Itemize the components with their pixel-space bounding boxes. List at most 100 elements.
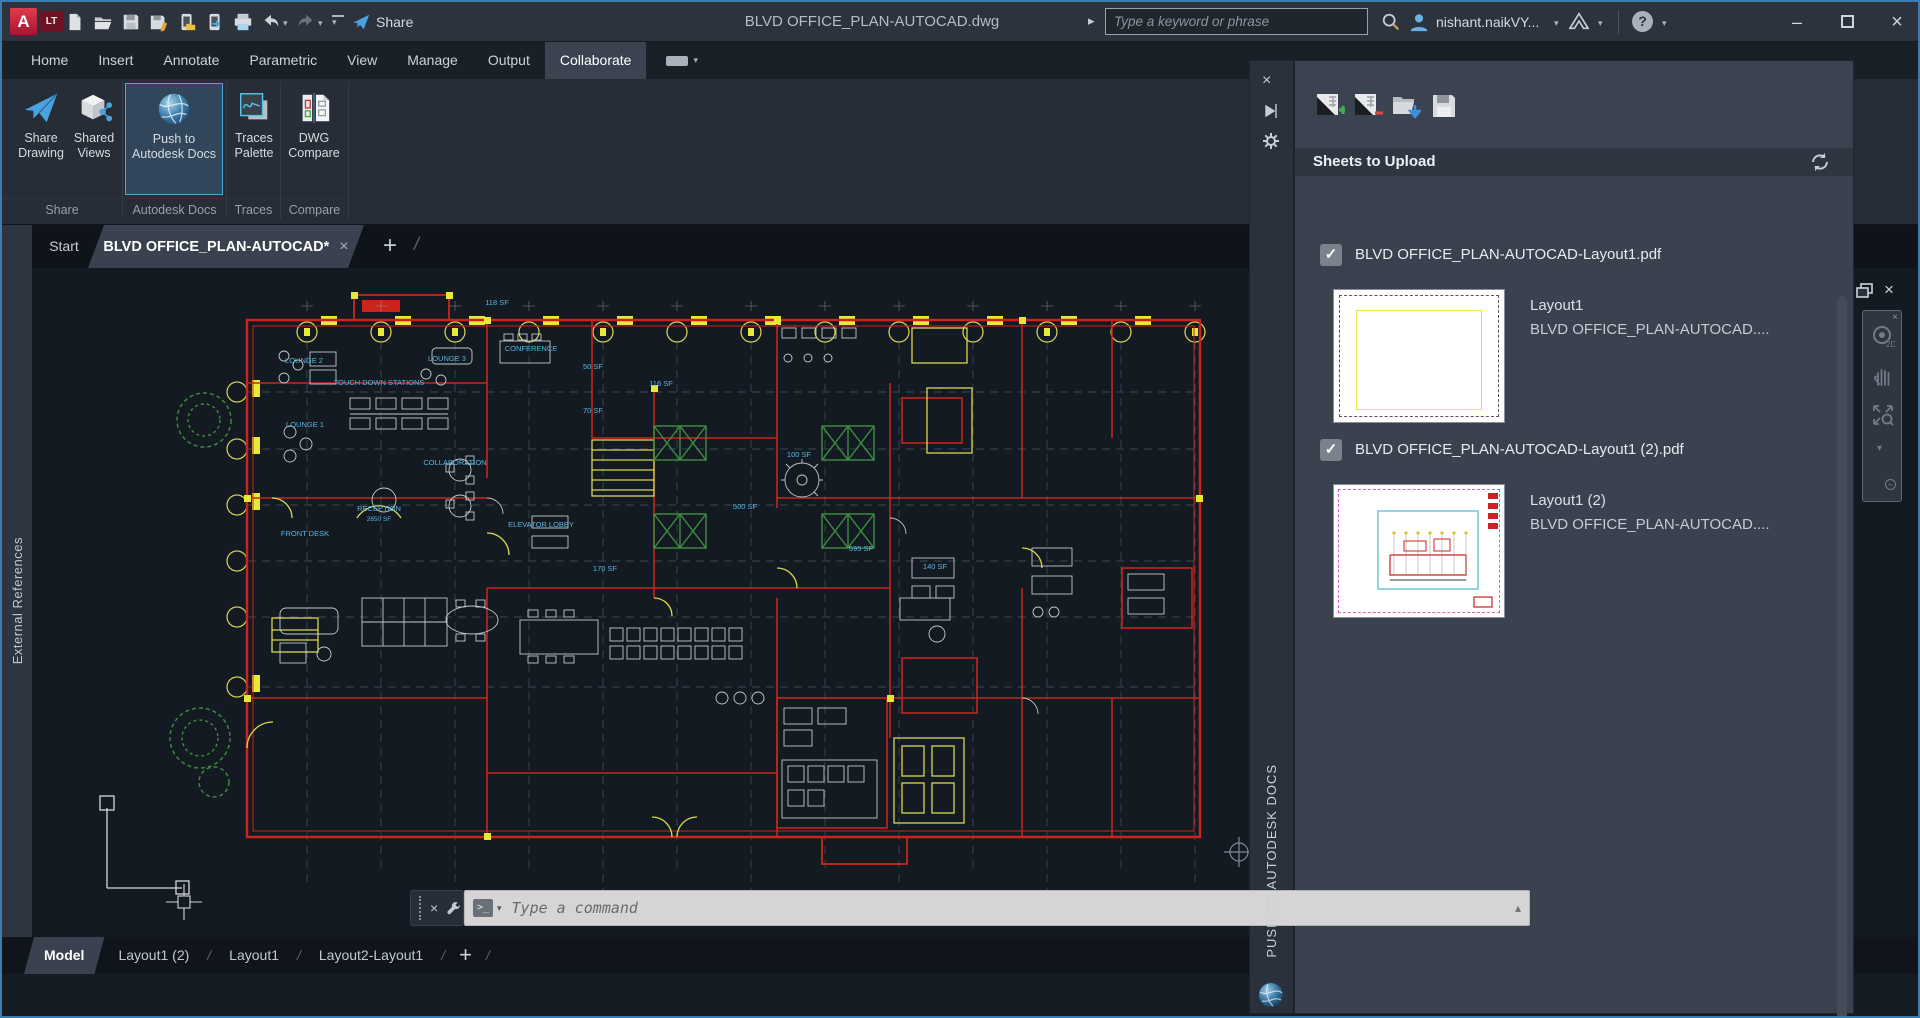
search-input[interactable] [1105,8,1368,35]
command-wrench-icon[interactable] [446,900,462,916]
svg-text:RECEPTION: RECEPTION [357,504,401,513]
tab-view[interactable]: View [332,42,392,79]
sheet-thumbnail[interactable] [1333,484,1505,618]
tab-manage[interactable]: Manage [392,42,473,79]
command-dropdown-icon[interactable]: ▾ [497,903,502,914]
close-button[interactable]: × [1880,8,1914,36]
tab-collaborate[interactable]: Collaborate [545,42,647,79]
tab-home[interactable]: Home [16,42,83,79]
sheet-thumbnail[interactable] [1333,289,1505,423]
document-restore-button[interactable] [1856,283,1874,304]
sheet-filename[interactable]: BLVD OFFICE_PLAN-AUTOCAD-Layout1.pdf [1355,246,1661,263]
palette-autohide-pin-icon[interactable] [1262,102,1280,120]
steering-wheel-2d-icon[interactable]: 2D [1871,325,1895,349]
svg-text:116 SF: 116 SF [649,379,673,388]
maximize-button[interactable] [1830,8,1864,36]
sheet-checkbox[interactable]: ✓ [1320,439,1342,461]
svg-text:CONFERENCE: CONFERENCE [505,344,558,353]
user-name[interactable]: nishant.naikVY... [1436,14,1539,30]
new-drawing-tab-button[interactable]: + [376,232,404,260]
file-tab-active[interactable]: BLVD OFFICE_PLAN-AUTOCAD* × [88,225,364,268]
panel-group-share[interactable]: Share [2,198,122,220]
add-sheets-button[interactable] [1315,91,1345,121]
layout-frame [1356,310,1482,410]
minimize-button[interactable]: – [1780,8,1814,36]
traces-palette-button[interactable]: TracesPalette [230,83,278,161]
mobile-folder-icon [177,12,197,32]
plot-button[interactable] [232,11,254,33]
palette-close-icon[interactable]: × [1262,72,1271,90]
autodesk-app-button[interactable] [1568,10,1590,32]
palette-properties-gear-icon[interactable] [1262,132,1280,150]
save-sheet-list-button[interactable] [1429,91,1459,121]
qat-customize-button[interactable]: ▾ [332,15,346,25]
tab-insert[interactable]: Insert [83,42,148,79]
redo-button[interactable] [295,11,317,33]
sheet-checkbox[interactable]: ✓ [1320,244,1342,266]
panel-group-autodesk-docs[interactable]: Autodesk Docs [123,198,226,220]
panel-group-traces[interactable]: Traces [227,198,280,220]
user-dropdown[interactable]: ▾ [1554,18,1559,29]
svg-text:100 SF: 100 SF [787,450,812,459]
file-tab-close-icon[interactable]: × [339,238,348,256]
navbar-more-dropdown[interactable]: ▾ [1877,443,1882,454]
command-line-handle[interactable]: × [410,890,464,926]
save-as-button[interactable] [148,11,170,33]
tab-output[interactable]: Output [473,42,545,79]
help-dropdown[interactable]: ▾ [1662,18,1667,29]
sheet-toolbar [1315,91,1459,121]
command-line[interactable]: >_ ▾ ▴ [464,890,1530,926]
palette-vertical-title[interactable]: PUSH TO AUTODESK DOCS [1249,755,1294,967]
navbar-close-icon[interactable]: × [1892,312,1898,323]
landscape-green [170,393,874,797]
push-to-autodesk-docs-button[interactable]: Push toAutodesk Docs [125,83,223,195]
dwg-compare-button[interactable]: DWGCompare [284,83,344,161]
autocad-window: A LT ▾ ▾ ▾ Share BLVD OFFICE_PLAN-A [0,0,1920,1018]
redo-dropdown[interactable]: ▾ [318,18,323,29]
autocad-logo[interactable]: A [10,8,37,35]
load-sheet-list-button[interactable] [1391,91,1421,121]
user-avatar[interactable] [1408,11,1430,33]
new-file-button[interactable] [64,11,86,33]
command-close-icon[interactable]: × [430,900,438,916]
document-close-button[interactable]: × [1884,280,1894,300]
palette-scrollbar[interactable] [1837,296,1847,1018]
svg-text:118 SF: 118 SF [485,298,509,307]
sheet-source-file: BLVD OFFICE_PLAN-AUTOCAD.... [1530,516,1770,533]
command-expand-icon[interactable]: ▴ [1515,901,1521,915]
share-drawing-button[interactable]: ShareDrawing [12,83,70,161]
remove-sheets-button[interactable] [1353,91,1383,121]
undo-dropdown[interactable]: ▾ [283,18,288,29]
pan-hand-icon[interactable] [1871,363,1895,387]
sheet-filename[interactable]: BLVD OFFICE_PLAN-AUTOCAD-Layout1 (2).pdf [1355,441,1684,458]
external-references-palette-tab[interactable]: External References [2,225,32,977]
svg-text:LOUNGE 3: LOUNGE 3 [428,354,466,363]
refresh-icon[interactable] [1809,151,1831,173]
zoom-extents-icon[interactable] [1871,403,1895,427]
command-input[interactable] [510,898,1515,918]
autodesk-dropdown[interactable]: ▾ [1598,18,1603,29]
open-from-web-mobile-button[interactable] [176,11,198,33]
command-grip[interactable] [419,896,422,920]
help-button[interactable]: ? [1632,11,1653,32]
ribbon-display-toggle[interactable]: ▾ [666,42,698,79]
autodesk-logo-icon [1569,11,1589,31]
search-expand-chevron[interactable]: ▸ [1088,13,1095,29]
tab-parametric[interactable]: Parametric [234,42,332,79]
undo-button[interactable] [260,11,282,33]
traces-icon [235,89,273,127]
share-button[interactable] [350,11,372,33]
navbar-customize-icon[interactable]: – [1885,479,1896,490]
share-button-label[interactable]: Share [376,14,413,30]
search-submit-button[interactable] [1380,11,1402,33]
shared-views-icon [75,89,113,127]
shared-views-button[interactable]: SharedViews [68,83,120,161]
panel-group-compare[interactable]: Compare [281,198,348,220]
open-file-button[interactable] [92,11,114,33]
save-button[interactable] [120,11,142,33]
save-to-web-mobile-button[interactable] [204,11,226,33]
dwg-compare-icon [295,89,333,127]
file-tab-start[interactable]: Start [38,225,90,268]
tab-annotate[interactable]: Annotate [148,42,234,79]
palette-globe-icon[interactable] [1256,980,1286,1010]
